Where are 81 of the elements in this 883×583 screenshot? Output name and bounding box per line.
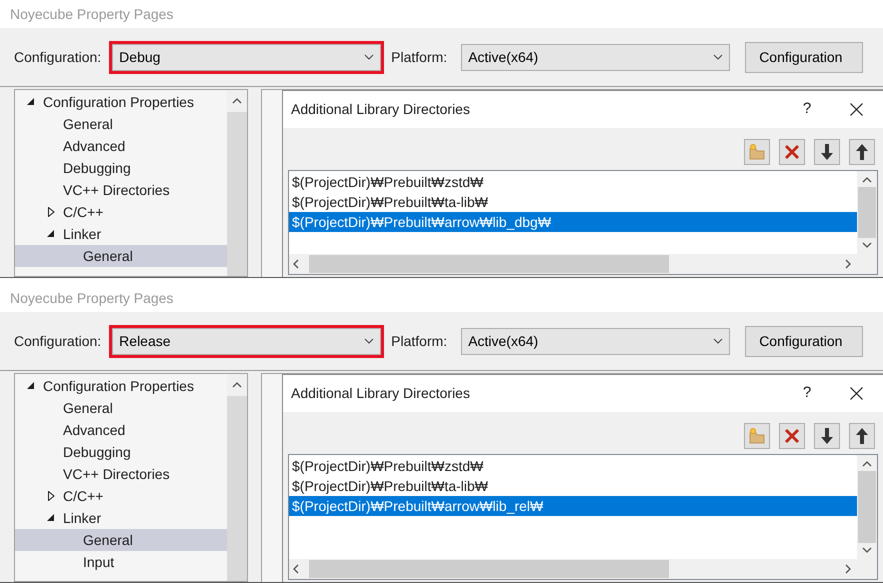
tree-item[interactable]: Configuration Properties [15, 91, 227, 113]
vertical-scrollbar[interactable] [857, 455, 877, 559]
configuration-dropdown[interactable]: Active(x64) [461, 44, 730, 70]
expanded-triangle-icon[interactable] [47, 514, 55, 522]
scroll-up-icon[interactable] [862, 177, 872, 183]
scroll-up-icon[interactable] [232, 382, 242, 388]
move-up-button[interactable] [849, 139, 875, 165]
tree-item[interactable]: General [15, 529, 227, 551]
caret-icon [713, 338, 724, 344]
vertical-scrollbar[interactable] [227, 374, 247, 581]
directory-entry[interactable]: $(ProjectDir)₩Prebuilt₩zstd₩ [289, 456, 857, 476]
move-down-button[interactable] [814, 139, 840, 165]
vertical-scrollbar[interactable] [857, 171, 877, 254]
horizontal-scrollbar[interactable] [289, 254, 877, 274]
close-icon[interactable] [850, 387, 863, 400]
tree-item[interactable]: General [15, 245, 227, 267]
configuration-dropdown[interactable]: Debug [112, 44, 382, 70]
tree-item[interactable]: Configuration Properties [15, 375, 227, 397]
directory-entry[interactable]: $(ProjectDir)₩Prebuilt₩arrow₩lib_dbg₩ [289, 212, 857, 232]
up-arrow-icon [855, 427, 869, 445]
tree-item[interactable]: Advanced [15, 419, 227, 441]
tree-item[interactable]: Linker [15, 223, 227, 245]
expanded-triangle-icon[interactable] [27, 382, 35, 390]
configuration-dropdown[interactable]: Active(x64) [461, 328, 730, 354]
move-down-button[interactable] [814, 423, 840, 449]
tree-item[interactable]: VC++ Directories [15, 463, 227, 485]
tree-item[interactable]: VC++ Directories [15, 179, 227, 201]
tree-item[interactable]: Input [15, 551, 227, 573]
collapsed-triangle-icon[interactable] [48, 207, 54, 217]
scroll-left-icon[interactable] [293, 259, 299, 269]
close-icon[interactable] [850, 103, 863, 116]
scroll-down-icon[interactable] [862, 242, 872, 248]
scroll-down-icon[interactable] [862, 547, 872, 553]
tree-item[interactable]: C/C++ [15, 485, 227, 507]
configuration-manager-button[interactable]: Configuration [745, 42, 864, 72]
dialog-title: Additional Library Directories [291, 384, 471, 403]
scroll-right-icon[interactable] [845, 564, 851, 574]
configuration-label: Configuration: [14, 48, 102, 67]
collapsed-triangle-icon[interactable] [48, 491, 54, 501]
vertical-scrollbar[interactable] [227, 90, 247, 276]
tree-item[interactable]: Linker [15, 507, 227, 529]
directory-entry[interactable]: $(ProjectDir)₩Prebuilt₩ta-lib₩ [289, 192, 857, 212]
window-title: Noyecube Property Pages [10, 4, 174, 24]
tree-item[interactable]: Debugging [15, 441, 227, 463]
horizontal-scrollbar[interactable] [289, 559, 877, 579]
scroll-up-icon[interactable] [232, 98, 242, 104]
tree-item[interactable]: Debugging [15, 157, 227, 179]
scroll-left-icon[interactable] [293, 564, 299, 574]
tree-item[interactable]: C/C++ [15, 201, 227, 223]
configuration-label: Configuration: [14, 332, 102, 351]
platform-label: Platform: [391, 332, 448, 350]
configuration-manager-button[interactable]: Configuration [745, 326, 864, 356]
new-folder-icon [748, 427, 766, 445]
caret-icon [364, 338, 374, 344]
tree-item[interactable]: Advanced [15, 135, 227, 157]
caret-icon [364, 54, 374, 60]
window-title: Noyecube Property Pages [10, 288, 174, 308]
tree-item[interactable]: General [15, 113, 227, 135]
dialog-title: Additional Library Directories [291, 100, 471, 119]
scroll-right-icon[interactable] [845, 259, 851, 269]
platform-label: Platform: [391, 48, 448, 66]
down-arrow-icon [820, 143, 834, 161]
delete-button[interactable] [779, 139, 805, 165]
move-up-button[interactable] [849, 423, 875, 449]
tree-item[interactable]: General [15, 397, 227, 419]
scroll-up-icon[interactable] [862, 461, 872, 467]
configuration-dropdown[interactable]: Release [112, 328, 382, 354]
delete-button[interactable] [779, 423, 805, 449]
expanded-triangle-icon[interactable] [27, 98, 35, 106]
delete-icon [783, 427, 801, 445]
directory-entry[interactable]: $(ProjectDir)₩Prebuilt₩zstd₩ [289, 172, 857, 192]
directory-entry[interactable]: $(ProjectDir)₩Prebuilt₩ta-lib₩ [289, 476, 857, 496]
caret-icon [713, 54, 724, 60]
expanded-triangle-icon[interactable] [47, 230, 55, 238]
new-folder-icon [748, 143, 766, 161]
help-button[interactable]: ? [792, 98, 822, 121]
delete-icon [783, 143, 801, 161]
down-arrow-icon [820, 427, 834, 445]
directory-entry[interactable]: $(ProjectDir)₩Prebuilt₩arrow₩lib_rel₩ [289, 496, 857, 516]
up-arrow-icon [855, 143, 869, 161]
help-button[interactable]: ? [792, 382, 822, 405]
